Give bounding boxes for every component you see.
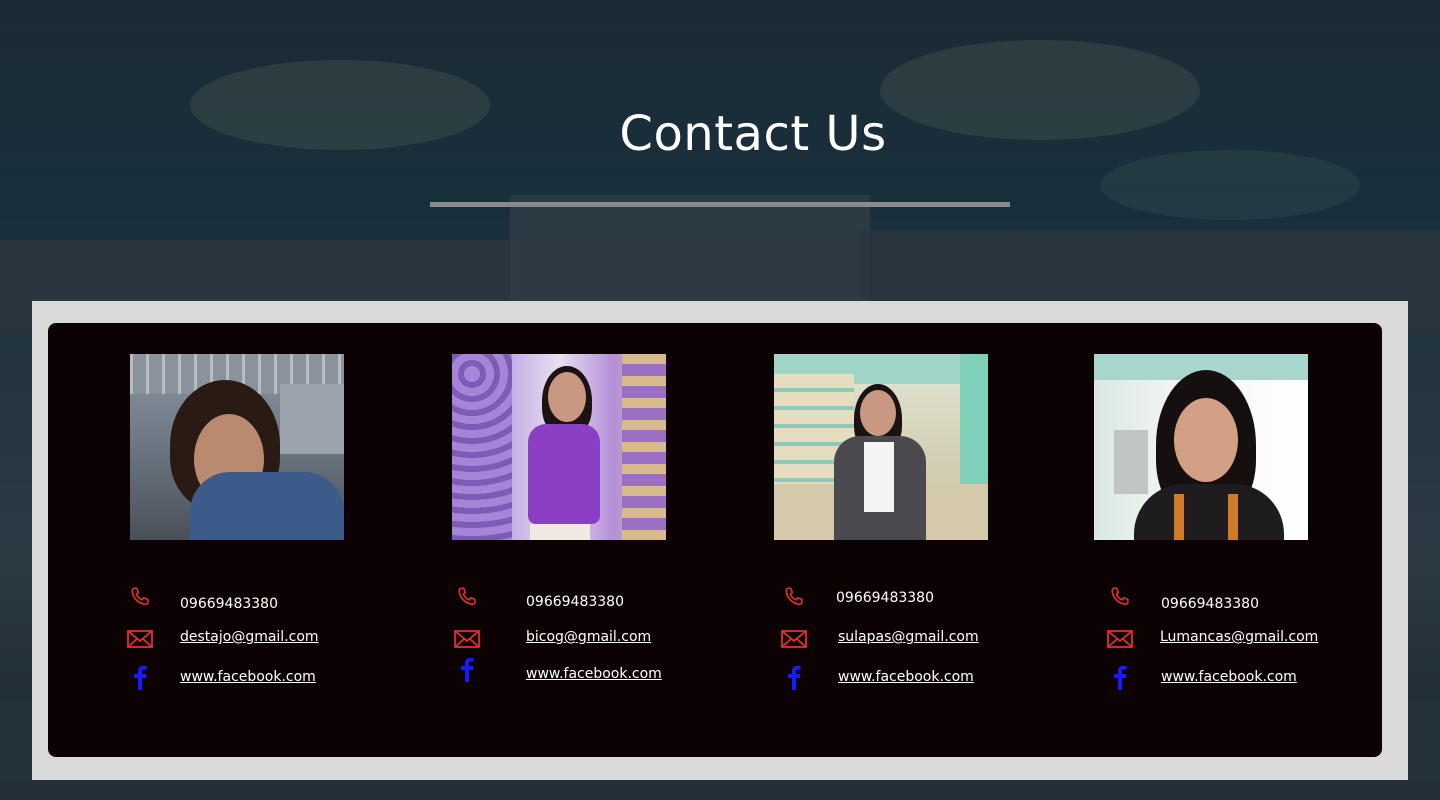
mail-icon [453, 628, 481, 650]
phone-icon [780, 585, 808, 611]
facebook-link[interactable]: www.facebook.com [1161, 669, 1297, 685]
facebook-icon[interactable] [782, 663, 806, 691]
contact-photo [130, 354, 344, 540]
phone-number: 09669483380 [526, 594, 624, 610]
email-link[interactable]: Lumancas@gmail.com [1160, 629, 1318, 645]
email-link[interactable]: bicog@gmail.com [526, 629, 651, 645]
email-link[interactable]: sulapas@gmail.com [838, 629, 979, 645]
contact-photo [1094, 354, 1308, 540]
facebook-icon[interactable] [455, 655, 479, 683]
mail-icon [126, 628, 154, 650]
phone-icon [1106, 585, 1134, 611]
contact-photo [774, 354, 988, 540]
email-link[interactable]: destajo@gmail.com [180, 629, 319, 645]
phone-icon [126, 585, 154, 611]
contact-photo [452, 354, 666, 540]
facebook-link[interactable]: www.facebook.com [838, 669, 974, 685]
mail-icon [1106, 628, 1134, 650]
mail-icon [780, 628, 808, 650]
facebook-link[interactable]: www.facebook.com [180, 669, 316, 685]
contact-page: Contact Us 09669483380 destajo@gmail.com… [0, 0, 1440, 800]
phone-number: 09669483380 [1161, 596, 1259, 612]
facebook-icon[interactable] [1108, 663, 1132, 691]
phone-number: 09669483380 [180, 596, 278, 612]
title-underline [430, 202, 1010, 207]
phone-number: 09669483380 [836, 590, 934, 606]
facebook-icon[interactable] [128, 663, 152, 691]
page-title: Contact Us [619, 106, 887, 162]
facebook-link[interactable]: www.facebook.com [526, 666, 662, 682]
phone-icon [453, 585, 481, 611]
